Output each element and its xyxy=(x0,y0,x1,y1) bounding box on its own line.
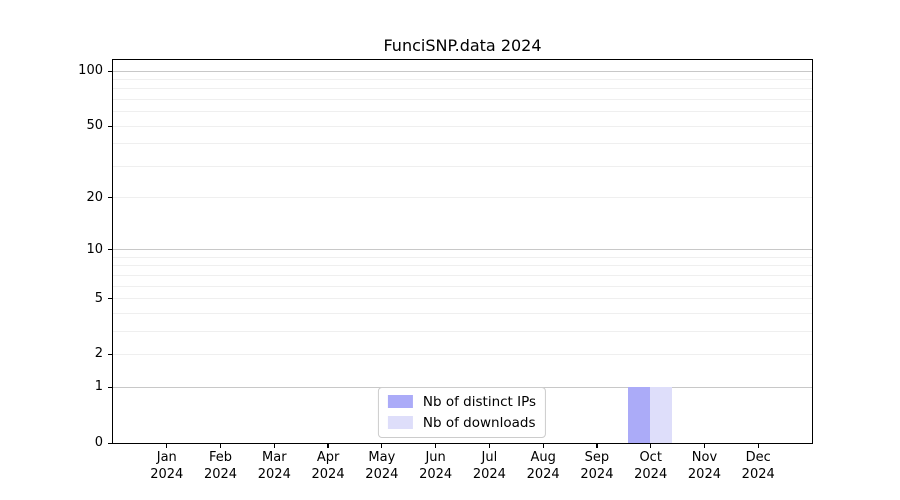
y-gridline-minor xyxy=(112,274,812,276)
figure: FunciSNP.data 2024 Nb of distinct IPs Nb … xyxy=(0,0,900,500)
x-tick-label: Sep 2024 xyxy=(580,450,614,482)
legend-item: Nb of distinct IPs xyxy=(387,393,537,410)
y-tick-mark xyxy=(108,442,112,444)
y-tick-mark xyxy=(108,249,112,251)
x-tick-mark xyxy=(273,444,275,448)
y-gridline-minor xyxy=(112,197,812,199)
y-tick-label: 5 xyxy=(94,290,103,306)
x-tick-label: Jan 2024 xyxy=(150,450,184,482)
legend-swatch xyxy=(387,416,413,429)
y-tick-mark xyxy=(108,298,112,300)
x-tick-mark xyxy=(219,444,222,448)
x-tick-label: May 2024 xyxy=(365,450,399,482)
legend-label: Nb of downloads xyxy=(422,414,536,431)
x-tick-mark xyxy=(488,444,490,448)
x-tick-label: Apr 2024 xyxy=(311,450,345,482)
y-tick-label: 20 xyxy=(86,189,103,205)
x-tick-label: Nov 2024 xyxy=(687,450,721,482)
y-tick-label: 2 xyxy=(94,346,103,362)
legend-swatch xyxy=(387,395,413,408)
bar-distinct-ips xyxy=(628,386,651,443)
x-tick-label: Aug 2024 xyxy=(526,450,560,482)
x-tick-mark xyxy=(327,444,329,448)
chart-title: FunciSNP.data 2024 xyxy=(383,36,542,55)
y-gridline-minor xyxy=(112,330,812,332)
y-gridline-minor xyxy=(112,312,812,314)
x-tick-mark xyxy=(166,444,168,448)
x-tick-mark xyxy=(435,444,437,448)
y-tick-label: 0 xyxy=(94,435,103,450)
y-gridline-minor xyxy=(112,125,812,127)
y-tick-label: 10 xyxy=(86,241,103,257)
x-tick-label: Feb 2024 xyxy=(203,450,238,482)
y-tick-mark xyxy=(108,386,112,388)
y-tick-mark xyxy=(108,197,112,199)
y-gridline-minor xyxy=(112,143,812,145)
plot-area: Nb of distinct IPs Nb of downloads xyxy=(111,58,813,444)
y-gridline-minor xyxy=(112,111,812,113)
x-tick-label: Oct 2024 xyxy=(634,450,668,482)
y-tick-label: 100 xyxy=(78,63,103,79)
y-gridline-minor xyxy=(112,353,812,355)
x-tick-mark xyxy=(650,444,652,448)
y-gridline-major xyxy=(112,70,812,72)
y-tick-mark xyxy=(108,125,112,127)
legend-item: Nb of downloads xyxy=(387,414,536,431)
y-tick-mark xyxy=(108,70,112,72)
y-gridline-minor xyxy=(112,285,812,287)
x-tick-label: Jun 2024 xyxy=(419,450,453,482)
bar-downloads xyxy=(650,386,673,443)
x-tick-mark xyxy=(542,444,544,448)
y-gridline-minor xyxy=(112,88,812,90)
x-tick-mark xyxy=(757,444,759,448)
x-tick-mark xyxy=(703,444,706,448)
legend-label: Nb of distinct IPs xyxy=(422,393,537,410)
x-tick-label: Jul 2024 xyxy=(472,450,506,482)
y-tick-label: 1 xyxy=(94,379,103,395)
y-gridline-minor xyxy=(112,165,812,167)
y-gridline-minor xyxy=(112,79,812,81)
y-gridline-minor xyxy=(112,265,812,267)
x-tick-mark xyxy=(596,444,598,448)
x-tick-label: Dec 2024 xyxy=(741,450,775,482)
y-tick-mark xyxy=(108,353,112,356)
y-gridline-minor xyxy=(112,298,812,300)
x-tick-mark xyxy=(381,444,383,448)
y-gridline-minor xyxy=(112,99,812,101)
y-gridline-major xyxy=(112,249,812,251)
y-gridline-minor xyxy=(112,256,812,258)
x-tick-label: Mar 2024 xyxy=(257,450,291,482)
legend: Nb of distinct IPs Nb of downloads xyxy=(377,386,547,438)
y-tick-label: 50 xyxy=(86,118,103,134)
